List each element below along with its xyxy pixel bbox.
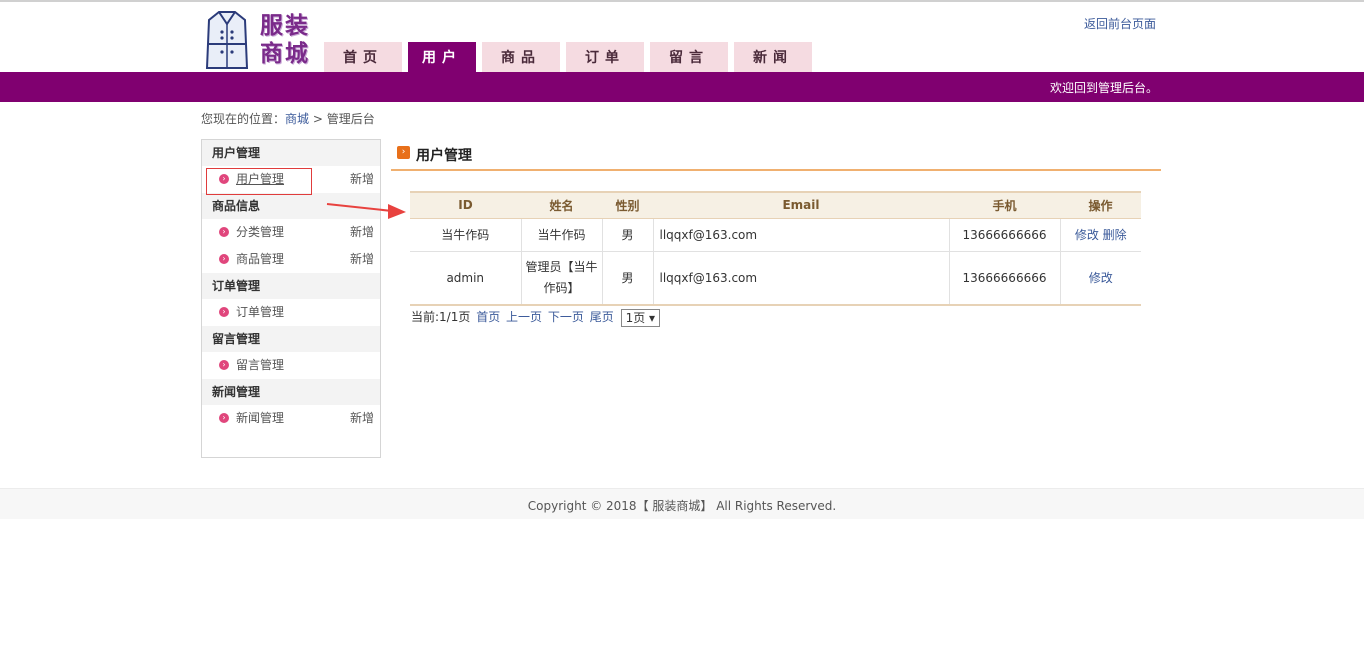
nav-tab-messages[interactable]: 留言 bbox=[650, 42, 728, 72]
edit-user-link[interactable]: 修改 bbox=[1075, 228, 1099, 242]
page-select[interactable]: 1页 ▾ bbox=[620, 308, 661, 327]
column-header-gender: 性别 bbox=[602, 191, 653, 219]
dropdown-arrow-icon: ▾ bbox=[649, 310, 656, 325]
sidebar-item-label[interactable]: 商品管理 bbox=[236, 252, 284, 266]
sidebar-item-product-management[interactable]: › 商品管理 新增 bbox=[202, 246, 380, 273]
sidebar-add-category-link[interactable]: 新增 bbox=[350, 219, 374, 246]
pagination: 当前:1/1页 首页 上一页 下一页 尾页 1页 ▾ bbox=[411, 308, 661, 327]
cell-email: llqqxf@163.com bbox=[653, 251, 950, 306]
nav-tab-home[interactable]: 首页 bbox=[324, 42, 402, 72]
nav-tab-products[interactable]: 商品 bbox=[482, 42, 560, 72]
delete-user-link[interactable]: 删除 bbox=[1103, 228, 1127, 242]
sidebar-item-label[interactable]: 订单管理 bbox=[236, 305, 284, 319]
next-page-link[interactable]: 下一页 bbox=[548, 310, 584, 324]
logo-text: 服装 商城 bbox=[260, 12, 310, 68]
column-header-actions: 操作 bbox=[1060, 191, 1141, 219]
prev-page-link[interactable]: 上一页 bbox=[506, 310, 542, 324]
breadcrumb: 您现在的位置：商城 > 管理后台 bbox=[201, 110, 375, 127]
bullet-icon: › bbox=[219, 413, 229, 423]
sidebar-item-label[interactable]: 留言管理 bbox=[236, 358, 284, 372]
top-border bbox=[0, 0, 1364, 2]
cell-actions: 修改 删除 bbox=[1060, 218, 1141, 252]
nav-tab-orders[interactable]: 订单 bbox=[566, 42, 644, 72]
site-logo[interactable]: 服装 商城 bbox=[205, 10, 315, 72]
cell-name: 当牛作码 bbox=[521, 218, 603, 252]
sidebar-group-orders: 订单管理 bbox=[202, 273, 380, 299]
sidebar-item-message-management[interactable]: › 留言管理 bbox=[202, 352, 380, 379]
table-header-row: ID 姓名 性别 Email 手机 操作 bbox=[410, 191, 1141, 219]
sidebar-item-label[interactable]: 分类管理 bbox=[236, 225, 284, 239]
table-row: 当牛作码 当牛作码 男 llqqxf@163.com 13666666666 修… bbox=[410, 218, 1141, 252]
content-header: › 用户管理 bbox=[391, 140, 1161, 171]
cell-name: 管理员【当牛作码】 bbox=[521, 251, 603, 306]
header-bar: 欢迎回到管理后台。 bbox=[0, 72, 1364, 102]
sidebar-item-news-management[interactable]: › 新闻管理 新增 bbox=[202, 405, 380, 432]
bullet-icon: › bbox=[219, 227, 229, 237]
sidebar-group-users: 用户管理 bbox=[202, 140, 380, 166]
breadcrumb-prefix: 您现在的位置： bbox=[201, 112, 286, 126]
breadcrumb-separator: > bbox=[312, 112, 323, 126]
sidebar-add-news-link[interactable]: 新增 bbox=[350, 405, 374, 432]
column-header-id: ID bbox=[410, 191, 521, 219]
sidebar-item-order-management[interactable]: › 订单管理 bbox=[202, 299, 380, 326]
column-header-email: Email bbox=[653, 191, 949, 219]
coat-logo-icon bbox=[205, 11, 249, 69]
bullet-icon: › bbox=[219, 307, 229, 317]
table-row: admin 管理员【当牛作码】 男 llqqxf@163.com 1366666… bbox=[410, 251, 1141, 306]
logo-text-line-2: 商城 bbox=[260, 40, 310, 67]
footer: Copyright © 2018【 服装商城】 All Rights Reser… bbox=[0, 488, 1364, 519]
edit-user-link[interactable]: 修改 bbox=[1089, 271, 1113, 285]
cell-gender: 男 bbox=[602, 218, 654, 252]
last-page-link[interactable]: 尾页 bbox=[590, 310, 614, 324]
sidebar-group-messages: 留言管理 bbox=[202, 326, 380, 352]
page-select-value: 1页 bbox=[625, 310, 646, 325]
sidebar-group-news: 新闻管理 bbox=[202, 379, 380, 405]
page-indicator: 当前:1/1页 bbox=[411, 310, 471, 324]
breadcrumb-current: 管理后台 bbox=[326, 112, 375, 126]
annotation-arrow-icon bbox=[326, 203, 406, 219]
breadcrumb-home-link[interactable]: 商城 bbox=[285, 112, 309, 126]
cell-id: admin bbox=[410, 251, 522, 306]
column-header-name: 姓名 bbox=[521, 191, 602, 219]
cell-gender: 男 bbox=[602, 251, 654, 306]
page-title: 用户管理 bbox=[416, 148, 472, 164]
cell-phone: 13666666666 bbox=[949, 218, 1061, 252]
logo-text-line-1: 服装 bbox=[260, 12, 310, 39]
cell-email: llqqxf@163.com bbox=[653, 218, 950, 252]
back-to-frontend-link[interactable]: 返回前台页面 bbox=[1084, 15, 1156, 32]
copyright-text: Copyright © 2018【 服装商城】 All Rights Reser… bbox=[527, 499, 837, 513]
nav-tab-users[interactable]: 用户 bbox=[408, 42, 476, 72]
bullet-icon: › bbox=[219, 254, 229, 264]
bullet-icon: › bbox=[219, 360, 229, 370]
sidebar-item-category-management[interactable]: › 分类管理 新增 bbox=[202, 219, 380, 246]
column-header-phone: 手机 bbox=[949, 191, 1060, 219]
first-page-link[interactable]: 首页 bbox=[476, 310, 500, 324]
cell-id: 当牛作码 bbox=[410, 218, 522, 252]
section-arrow-icon: › bbox=[397, 146, 410, 159]
cell-actions: 修改 bbox=[1060, 251, 1141, 306]
sidebar-item-label[interactable]: 新闻管理 bbox=[236, 411, 284, 425]
sidebar-add-user-link[interactable]: 新增 bbox=[350, 166, 374, 193]
welcome-message: 欢迎回到管理后台。 bbox=[1049, 81, 1158, 95]
annotation-highlight-box bbox=[206, 168, 312, 195]
sidebar-add-product-link[interactable]: 新增 bbox=[350, 246, 374, 273]
user-table: ID 姓名 性别 Email 手机 操作 当牛作码 当牛作码 男 llqqxf@… bbox=[410, 191, 1141, 306]
nav-tab-news[interactable]: 新闻 bbox=[734, 42, 812, 72]
cell-phone: 13666666666 bbox=[949, 251, 1061, 306]
